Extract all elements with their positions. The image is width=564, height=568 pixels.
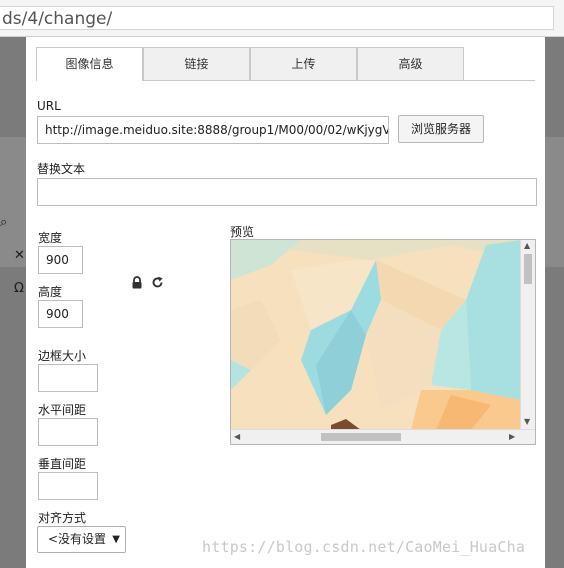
- chevron-down-icon: ▼: [112, 534, 120, 545]
- url-input[interactable]: http://image.meiduo.site:8888/group1/M00…: [37, 116, 389, 144]
- reset-size-icon[interactable]: [151, 276, 164, 293]
- width-label: 宽度: [38, 231, 63, 245]
- tab-link[interactable]: 链接: [143, 47, 250, 80]
- vspace-input[interactable]: [38, 472, 98, 500]
- preview-pane[interactable]: ▲ ▼ ◀ ▶: [230, 239, 536, 445]
- address-input[interactable]: ds/4/change/: [0, 6, 554, 30]
- lock-icon[interactable]: [131, 276, 143, 293]
- preview-horizontal-scrollbar[interactable]: ◀ ▶: [231, 429, 535, 444]
- align-label: 对齐方式: [38, 511, 87, 525]
- hspace-label: 水平间距: [38, 403, 87, 417]
- search-icon: ⌕: [0, 215, 8, 230]
- hspace-input[interactable]: [38, 418, 98, 446]
- border-input[interactable]: [38, 364, 98, 392]
- close-icon: ✕: [14, 248, 25, 263]
- height-label: 高度: [38, 285, 63, 299]
- alt-text-input[interactable]: [37, 178, 537, 206]
- preview-vertical-scrollbar[interactable]: ▲ ▼: [520, 240, 535, 430]
- preview-label: 预览: [230, 225, 255, 239]
- tab-image-info[interactable]: 图像信息: [36, 47, 143, 81]
- background-toolbar-left: ⌕ ✕ Ω: [0, 137, 26, 296]
- scroll-left-icon[interactable]: ◀: [234, 432, 240, 441]
- vspace-label: 垂直间距: [38, 457, 87, 471]
- tab-advanced[interactable]: 高级: [357, 47, 464, 80]
- tab-bar: 图像信息 链接 上传 高级: [36, 47, 535, 81]
- alt-text-label: 替换文本: [37, 162, 86, 176]
- scroll-down-icon[interactable]: ▼: [524, 417, 530, 426]
- tab-upload[interactable]: 上传: [250, 47, 357, 80]
- image-properties-dialog: 图像信息 链接 上传 高级 URL http://image.meiduo.si…: [26, 37, 545, 568]
- preview-horizontal-scroll-thumb[interactable]: [321, 433, 401, 441]
- background-toolbar-right: [545, 137, 564, 267]
- align-select[interactable]: <没有设置 ▼: [37, 526, 126, 553]
- url-label: URL: [37, 99, 61, 113]
- preview-image: [231, 240, 521, 430]
- preview-vertical-scroll-thumb[interactable]: [524, 254, 532, 284]
- align-select-value: <没有设置: [48, 532, 107, 546]
- height-input[interactable]: 900: [38, 300, 83, 328]
- scroll-right-icon[interactable]: ▶: [509, 432, 515, 441]
- anchor-icon: Ω: [14, 281, 24, 296]
- browser-address-bar: ds/4/change/: [0, 0, 564, 37]
- browse-server-button[interactable]: 浏览服务器: [398, 115, 484, 143]
- scroll-up-icon[interactable]: ▲: [524, 241, 530, 250]
- width-input[interactable]: 900: [38, 246, 83, 274]
- watermark: https://blog.csdn.net/CaoMei_HuaCha: [202, 538, 526, 556]
- border-label: 边框大小: [38, 349, 87, 363]
